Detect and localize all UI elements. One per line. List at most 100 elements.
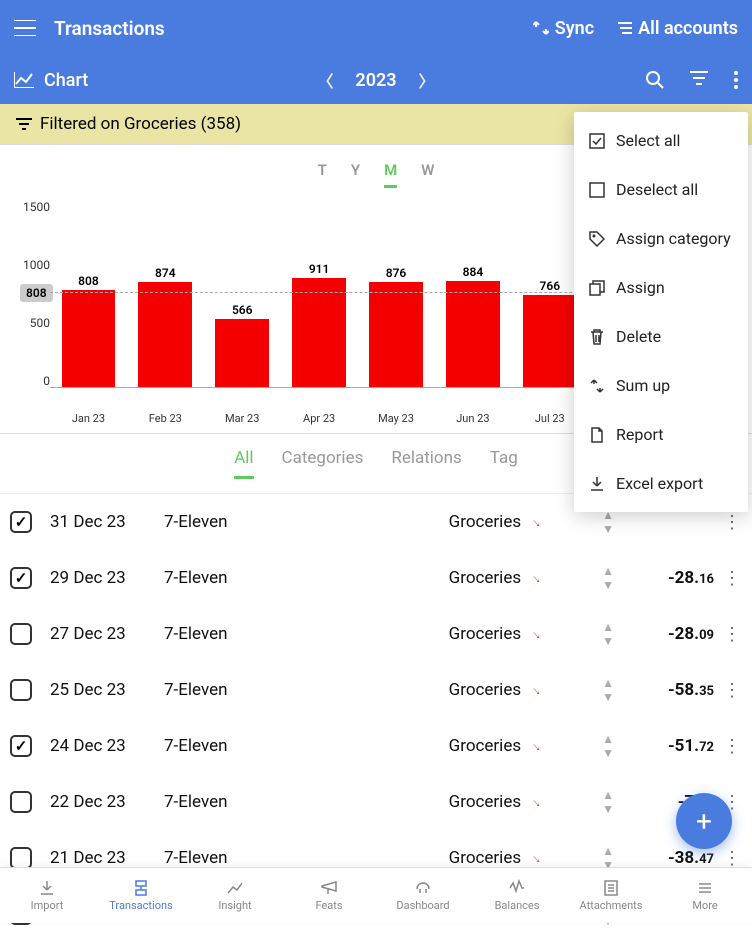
more-icon[interactable] [734, 71, 738, 89]
nav-transactions[interactable]: Transactions [94, 868, 188, 923]
nav-more[interactable]: More [658, 868, 752, 923]
nav-icon [320, 879, 338, 897]
period-tab-t[interactable]: T [318, 161, 327, 188]
nav-icon [602, 879, 620, 897]
sync-button[interactable]: Sync [533, 18, 594, 39]
page-title: Transactions [54, 17, 533, 40]
menu-sum-up[interactable]: Sum up [574, 361, 748, 410]
tx-category: Groceries [449, 512, 521, 532]
tx-merchant: 7-Eleven [164, 512, 445, 532]
row-more-icon[interactable]: ⋮ [722, 568, 742, 589]
bar-value: 808 [78, 274, 99, 288]
nav-import[interactable]: Import [0, 868, 94, 923]
bar-column[interactable]: 876 [358, 266, 435, 387]
nav-label: Balances [495, 899, 540, 912]
trend-up-icon: → [527, 680, 548, 701]
checkbox[interactable] [10, 791, 32, 813]
tx-date: 25 Dec 23 [50, 680, 160, 700]
trend-up-icon: → [527, 848, 548, 869]
row-more-icon[interactable]: ⋮ [722, 736, 742, 757]
y-tick: 0 [16, 374, 50, 388]
list-tab-tag[interactable]: Tag [490, 448, 518, 479]
nav-insight[interactable]: Insight [188, 868, 282, 923]
trend-up-icon: → [527, 512, 548, 533]
nav-attachments[interactable]: Attachments [564, 868, 658, 923]
bar [369, 282, 423, 387]
actions-menu: Select all Deselect all Assign categoryAss… [574, 112, 748, 512]
bar-column[interactable]: 911 [281, 262, 358, 387]
table-row[interactable]: 22 Dec 237-ElevenGroceries→▲▼-7.08⋮ [0, 774, 752, 830]
tx-merchant: 7-Eleven [164, 792, 445, 812]
menu-assign-category[interactable]: Assign category [574, 214, 748, 263]
bar-column[interactable]: 874 [127, 266, 204, 387]
menu-deselect-all[interactable]: Deselect all [574, 165, 748, 214]
nav-feats[interactable]: Feats [282, 868, 376, 923]
tx-date: 31 Dec 23 [50, 512, 160, 532]
search-icon[interactable] [646, 71, 664, 89]
checkbox[interactable] [10, 567, 32, 589]
row-more-icon[interactable]: ⋮ [722, 848, 742, 869]
tx-amount: -58.35 [632, 680, 714, 700]
menu-label: Select all [616, 131, 680, 150]
row-more-icon[interactable]: ⋮ [722, 512, 742, 533]
menu-label: Deselect all [616, 180, 698, 199]
list-tab-all[interactable]: All [234, 448, 253, 479]
bar-column[interactable]: 884 [434, 265, 511, 387]
list-tab-relations[interactable]: Relations [391, 448, 461, 479]
x-label: Jan 23 [50, 412, 127, 425]
menu-select-all[interactable]: Select all [574, 116, 748, 165]
filter-icon[interactable] [690, 71, 708, 89]
sort-icon[interactable]: ▲▼ [602, 676, 614, 704]
period-tab-m[interactable]: M [384, 161, 397, 188]
tx-date: 24 Dec 23 [50, 736, 160, 756]
x-label: May 23 [358, 412, 435, 425]
nav-icon [414, 879, 432, 897]
bar-column[interactable]: 566 [204, 303, 281, 387]
nav-dashboard[interactable]: Dashboard [376, 868, 470, 923]
nav-balances[interactable]: Balances [470, 868, 564, 923]
chart-mode-label: Chart [44, 70, 88, 91]
checkbox[interactable] [10, 735, 32, 757]
sync-label: Sync [555, 18, 594, 39]
next-year-button[interactable]: 〉 [419, 68, 435, 92]
table-row[interactable]: 24 Dec 237-ElevenGroceries→▲▼-51.72⋮ [0, 718, 752, 774]
list-tab-categories[interactable]: Categories [282, 448, 364, 479]
trend-up-icon: → [527, 736, 548, 757]
prev-year-button[interactable]: 〈 [317, 68, 333, 92]
bar-value: 876 [386, 266, 407, 280]
tx-merchant: 7-Eleven [164, 624, 445, 644]
nav-icon [508, 879, 526, 897]
bar-column[interactable]: 808 [50, 274, 127, 387]
checkbox[interactable] [10, 511, 32, 533]
row-more-icon[interactable]: ⋮ [722, 680, 742, 701]
all-accounts-button[interactable]: All accounts [616, 18, 738, 39]
menu-assign[interactable]: Assign [574, 263, 748, 312]
tx-category: Groceries [449, 568, 521, 588]
menu-report[interactable]: Report [574, 410, 748, 459]
checkbox[interactable] [10, 679, 32, 701]
menu-excel-export[interactable]: Excel export [574, 459, 748, 508]
hamburger-icon[interactable] [14, 20, 36, 36]
trend-up-icon: → [527, 568, 548, 589]
table-row[interactable]: 25 Dec 237-ElevenGroceries→▲▼-58.35⋮ [0, 662, 752, 718]
tx-date: 21 Dec 23 [50, 848, 160, 868]
checkbox[interactable] [10, 847, 32, 869]
period-tab-y[interactable]: Y [351, 161, 360, 188]
period-tab-w[interactable]: W [421, 161, 434, 188]
sort-icon[interactable]: ▲▼ [602, 788, 614, 816]
nav-label: Feats [315, 899, 342, 912]
header-right-icons [646, 71, 738, 89]
row-more-icon[interactable]: ⋮ [722, 624, 742, 645]
add-button[interactable]: + [676, 793, 732, 849]
sort-icon[interactable]: ▲▼ [602, 508, 614, 536]
checkbox[interactable] [10, 623, 32, 645]
sort-icon[interactable]: ▲▼ [602, 732, 614, 760]
table-row[interactable]: 29 Dec 237-ElevenGroceries→▲▼-28.16⋮ [0, 550, 752, 606]
sort-icon[interactable]: ▲▼ [602, 564, 614, 592]
list-icon [616, 22, 632, 34]
menu-delete[interactable]: Delete [574, 312, 748, 361]
table-row[interactable]: 27 Dec 237-ElevenGroceries→▲▼-28.09⋮ [0, 606, 752, 662]
bar-value: 911 [309, 262, 330, 276]
sort-icon[interactable]: ▲▼ [602, 620, 614, 648]
trash-icon [588, 329, 606, 345]
